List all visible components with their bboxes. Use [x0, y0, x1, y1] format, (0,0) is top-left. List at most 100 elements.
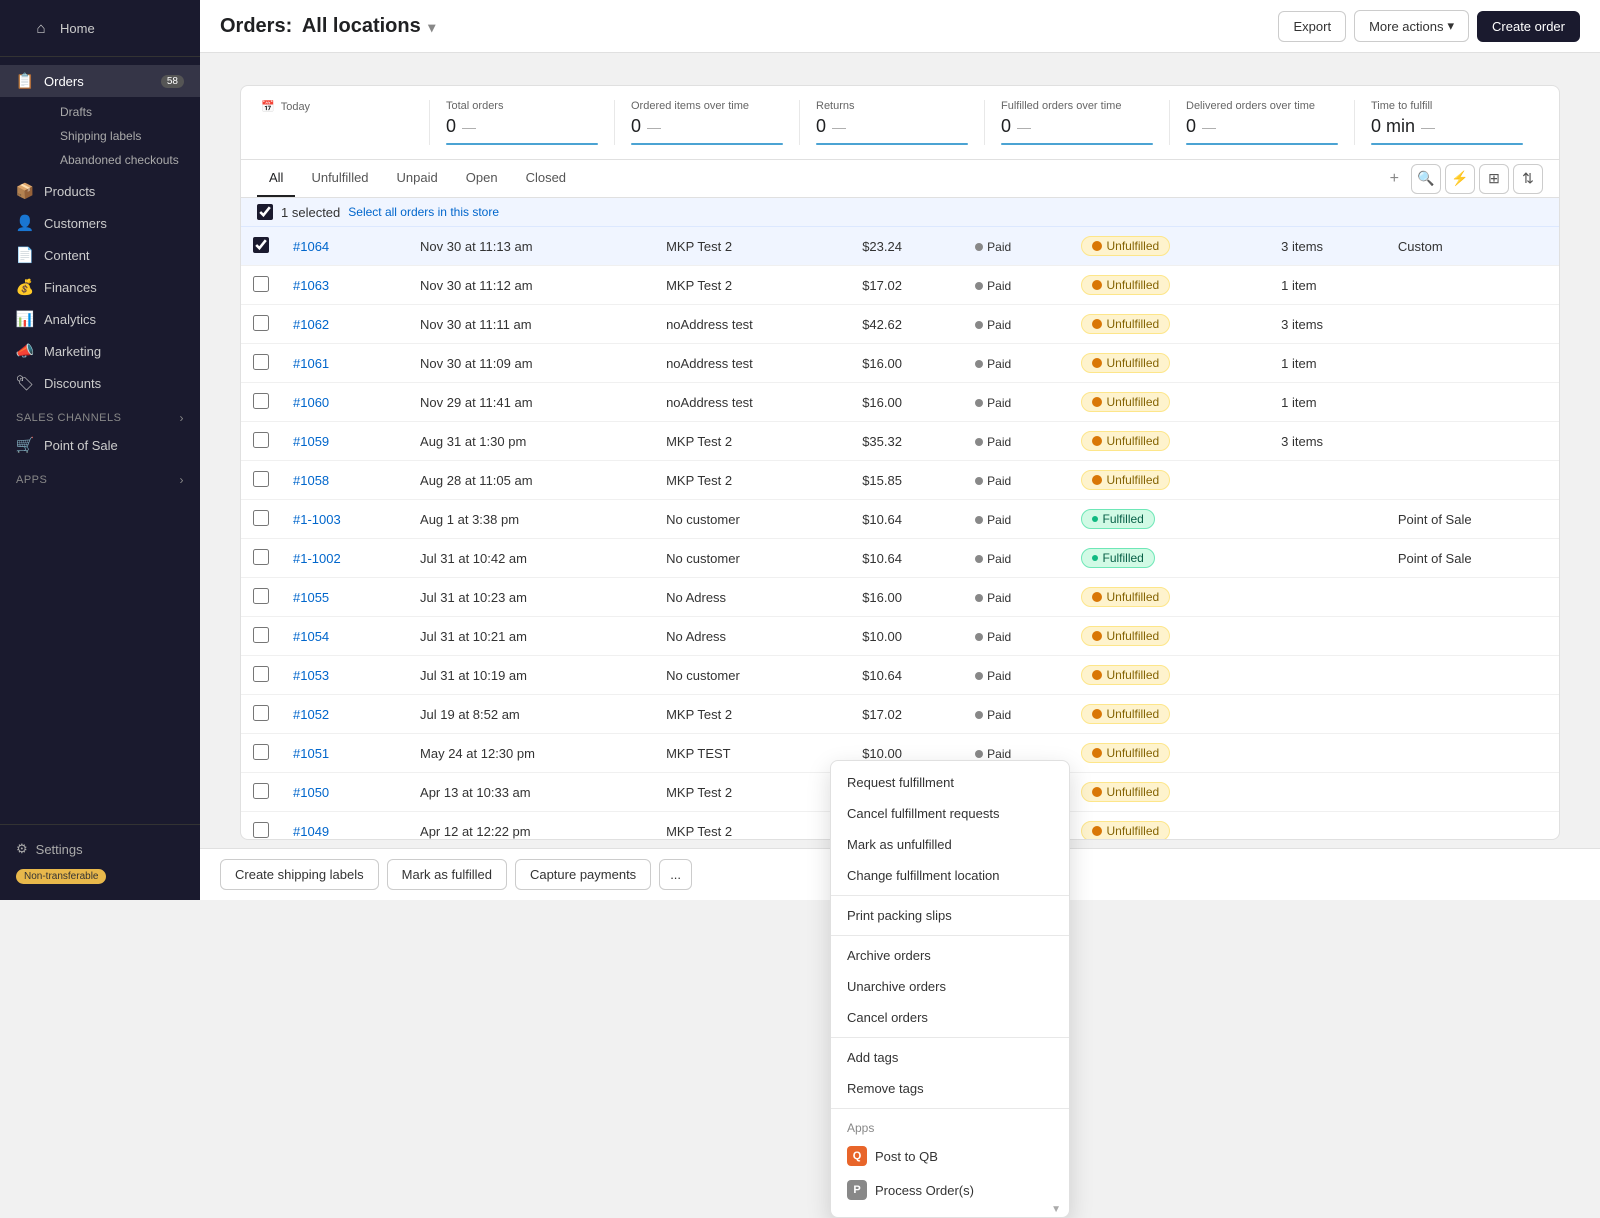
- order-payment: Paid: [963, 266, 1069, 305]
- menu-add-tags[interactable]: Add tags: [831, 1042, 1069, 1073]
- row-checkbox[interactable]: [253, 783, 269, 799]
- tab-open[interactable]: Open: [454, 160, 510, 197]
- mark-as-fulfilled-button[interactable]: Mark as fulfilled: [387, 859, 507, 890]
- order-number[interactable]: #1055: [293, 590, 329, 605]
- select-all-link[interactable]: Select all orders in this store: [348, 205, 499, 219]
- order-number[interactable]: #1-1003: [293, 512, 341, 527]
- row-checkbox[interactable]: [253, 237, 269, 253]
- row-checkbox[interactable]: [253, 432, 269, 448]
- table-row: #1061 Nov 30 at 11:09 am noAddress test …: [241, 344, 1559, 383]
- row-checkbox[interactable]: [253, 315, 269, 331]
- sidebar: ⌂ Home 📋 Orders 58 Drafts Shipping label…: [0, 0, 200, 900]
- columns-button[interactable]: ⊞: [1479, 164, 1509, 194]
- order-fulfillment: Unfulfilled: [1069, 305, 1269, 344]
- sidebar-item-pos[interactable]: 🛒 Point of Sale: [0, 429, 200, 461]
- fulfillment-badge: Unfulfilled: [1081, 392, 1170, 412]
- row-checkbox[interactable]: [253, 666, 269, 682]
- tab-closed[interactable]: Closed: [514, 160, 578, 197]
- order-fulfillment: Unfulfilled: [1069, 695, 1269, 734]
- sidebar-item-settings[interactable]: ⚙ Settings: [16, 835, 184, 863]
- payment-badge: Paid: [975, 279, 1011, 293]
- order-number[interactable]: #1060: [293, 395, 329, 410]
- menu-mark-unfulfilled[interactable]: Mark as unfulfilled: [831, 829, 1069, 860]
- sidebar-item-finances[interactable]: 💰 Finances: [0, 271, 200, 303]
- sidebar-item-analytics[interactable]: 📊 Analytics: [0, 303, 200, 335]
- order-number[interactable]: #1059: [293, 434, 329, 449]
- order-number[interactable]: #1062: [293, 317, 329, 332]
- order-date: Nov 30 at 11:11 am: [408, 305, 654, 344]
- sort-button[interactable]: ⇅: [1513, 164, 1543, 194]
- row-checkbox[interactable]: [253, 705, 269, 721]
- sidebar-item-marketing[interactable]: 📣 Marketing: [0, 335, 200, 367]
- order-date: Jul 31 at 10:21 am: [408, 617, 654, 656]
- menu-cancel-fulfillment[interactable]: Cancel fulfillment requests: [831, 798, 1069, 829]
- row-checkbox[interactable]: [253, 744, 269, 760]
- order-number[interactable]: #1061: [293, 356, 329, 371]
- row-checkbox[interactable]: [253, 627, 269, 643]
- order-number[interactable]: #1049: [293, 824, 329, 839]
- nontransferable-badge: Non-transferable: [16, 869, 106, 884]
- order-number[interactable]: #1052: [293, 707, 329, 722]
- row-checkbox[interactable]: [253, 549, 269, 565]
- select-all-checkbox[interactable]: [257, 204, 273, 220]
- menu-archive-orders[interactable]: Archive orders: [831, 940, 1069, 971]
- order-fulfillment: Unfulfilled: [1069, 461, 1269, 500]
- menu-change-location[interactable]: Change fulfillment location: [831, 860, 1069, 891]
- add-tab-button[interactable]: +: [1382, 162, 1407, 196]
- row-checkbox[interactable]: [253, 471, 269, 487]
- order-number[interactable]: #1063: [293, 278, 329, 293]
- sidebar-item-abandoned-checkouts[interactable]: Abandoned checkouts: [44, 148, 200, 172]
- sidebar-item-orders[interactable]: 📋 Orders 58: [0, 65, 200, 97]
- menu-request-fulfillment[interactable]: Request fulfillment: [831, 767, 1069, 798]
- row-checkbox[interactable]: [253, 588, 269, 604]
- location-chevron[interactable]: ▾: [428, 19, 435, 35]
- order-number[interactable]: #1-1002: [293, 551, 341, 566]
- order-tag: [1386, 812, 1559, 840]
- order-date: Aug 28 at 11:05 am: [408, 461, 654, 500]
- create-shipping-labels-button[interactable]: Create shipping labels: [220, 859, 379, 890]
- filter-button[interactable]: ⚡: [1445, 164, 1475, 194]
- sidebar-item-customers[interactable]: 👤 Customers: [0, 207, 200, 239]
- sidebar-item-home[interactable]: ⌂ Home: [16, 12, 184, 44]
- tab-unpaid[interactable]: Unpaid: [385, 160, 450, 197]
- menu-post-to-qb[interactable]: Q Post to QB: [831, 1139, 1069, 1173]
- menu-process-orders[interactable]: P Process Order(s): [831, 1173, 1069, 1207]
- sidebar-bottom: ⚙ Settings Non-transferable: [0, 824, 200, 900]
- create-order-button[interactable]: Create order: [1477, 11, 1580, 42]
- tab-all[interactable]: All: [257, 160, 295, 197]
- order-customer: MKP Test 2: [654, 461, 850, 500]
- order-number[interactable]: #1058: [293, 473, 329, 488]
- order-tag: [1386, 461, 1559, 500]
- sidebar-item-discounts[interactable]: 🏷 Discounts: [0, 367, 200, 399]
- order-number[interactable]: #1051: [293, 746, 329, 761]
- order-customer: No Adress: [654, 617, 850, 656]
- sidebar-item-content[interactable]: 📄 Content: [0, 239, 200, 271]
- orders-data-table: #1064 Nov 30 at 11:13 am MKP Test 2 $23.…: [241, 227, 1559, 839]
- sidebar-item-drafts[interactable]: Drafts: [44, 100, 200, 124]
- row-checkbox[interactable]: [253, 510, 269, 526]
- more-actions-bottom-button[interactable]: ...: [659, 859, 692, 890]
- sidebar-item-shipping-labels[interactable]: Shipping labels: [44, 124, 200, 148]
- more-actions-button[interactable]: More actions ▾: [1354, 10, 1469, 42]
- capture-payments-button[interactable]: Capture payments: [515, 859, 651, 890]
- order-number[interactable]: #1054: [293, 629, 329, 644]
- menu-cancel-orders[interactable]: Cancel orders: [831, 1002, 1069, 1033]
- menu-remove-tags[interactable]: Remove tags: [831, 1073, 1069, 1104]
- sidebar-item-products[interactable]: 📦 Products: [0, 175, 200, 207]
- tab-unfulfilled[interactable]: Unfulfilled: [299, 160, 380, 197]
- process-orders-icon: P: [847, 1180, 867, 1200]
- row-checkbox[interactable]: [253, 393, 269, 409]
- sidebar-label-home: Home: [60, 21, 95, 36]
- order-number[interactable]: #1053: [293, 668, 329, 683]
- row-checkbox[interactable]: [253, 276, 269, 292]
- order-number[interactable]: #1050: [293, 785, 329, 800]
- order-number[interactable]: #1064: [293, 239, 329, 254]
- order-date: Jul 31 at 10:23 am: [408, 578, 654, 617]
- sidebar-label-customers: Customers: [44, 216, 107, 231]
- menu-print-packing[interactable]: Print packing slips: [831, 900, 1069, 931]
- row-checkbox[interactable]: [253, 822, 269, 838]
- export-button[interactable]: Export: [1278, 11, 1346, 42]
- row-checkbox[interactable]: [253, 354, 269, 370]
- search-button[interactable]: 🔍: [1411, 164, 1441, 194]
- menu-unarchive-orders[interactable]: Unarchive orders: [831, 971, 1069, 1002]
